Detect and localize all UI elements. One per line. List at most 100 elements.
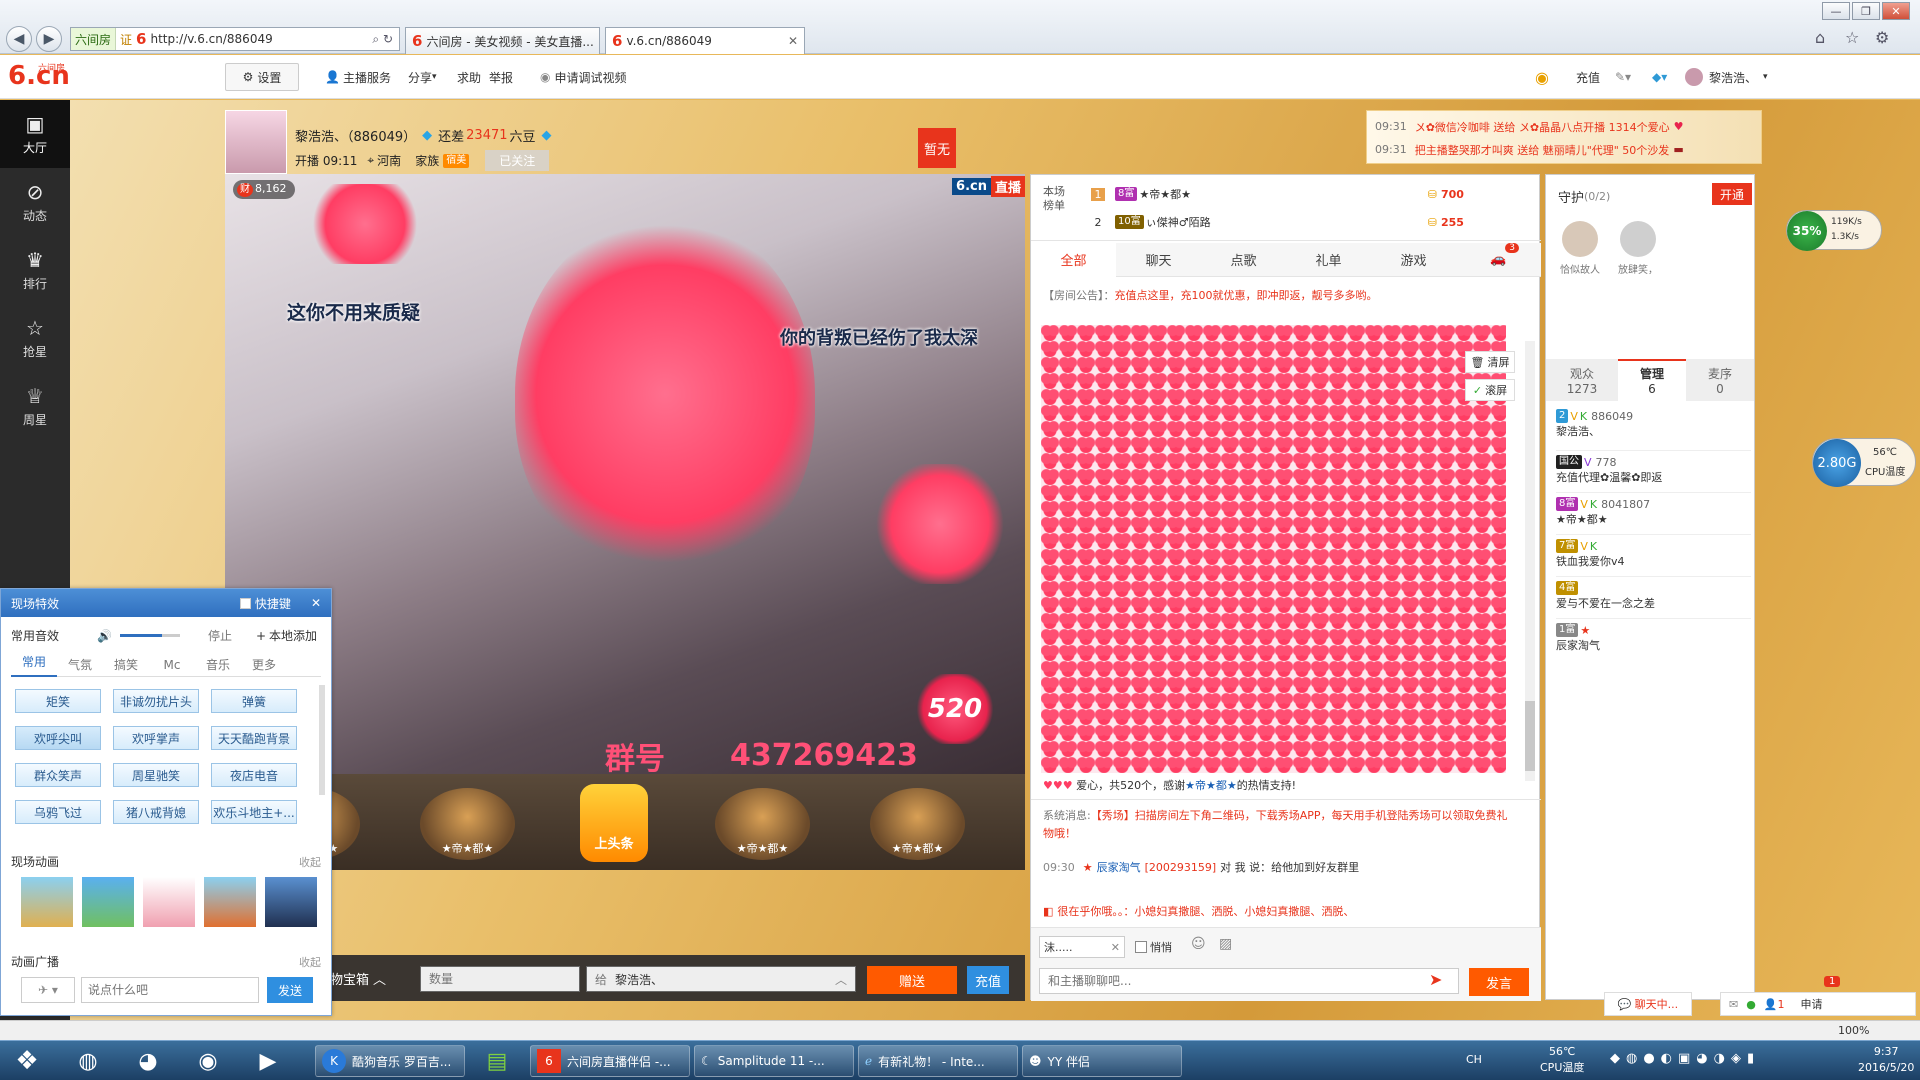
system-widget[interactable]: 2.80G 56℃ CPU温度	[1812, 438, 1916, 487]
tab-audience[interactable]: 观众 1273	[1546, 365, 1618, 396]
gift-item[interactable]: ★帝★都★	[870, 788, 965, 860]
animation-thumbnail[interactable]	[82, 877, 134, 927]
send-plane-icon[interactable]: ➤	[1429, 970, 1442, 989]
nav-hall[interactable]: ▣ 大厅	[0, 100, 70, 168]
chat-tab-song[interactable]: 点歌	[1201, 243, 1286, 277]
player-icon[interactable]: ▶	[244, 1045, 292, 1077]
sound-button[interactable]: 欢乐斗地主+...	[211, 800, 297, 824]
tab-common[interactable]: 常用	[11, 653, 57, 677]
share-link[interactable]: 分享 ▾	[408, 55, 437, 99]
sound-button[interactable]: 欢呼掌声	[113, 726, 199, 750]
tab-admin[interactable]: 管理 6	[1618, 359, 1686, 401]
qq-penguin-icon[interactable]: ◕	[124, 1045, 172, 1077]
edit-icon[interactable]: ✎▾	[1615, 55, 1631, 99]
sound-button[interactable]: 乌鸦飞过	[15, 800, 101, 824]
apply-button[interactable]: 申请	[1801, 996, 1823, 1012]
checkbox-box[interactable]	[239, 597, 251, 609]
anchor-avatar[interactable]	[225, 110, 287, 174]
stop-button[interactable]: 停止	[208, 627, 232, 644]
image-icon[interactable]: ▨	[1219, 936, 1232, 952]
close-icon[interactable]: ✕	[1111, 941, 1120, 954]
nav-feed[interactable]: ⊘ 动态	[0, 168, 70, 236]
close-icon[interactable]: ✕	[311, 596, 321, 610]
list-item[interactable]: 8富 V K 8041807 ★帝★都★	[1556, 493, 1751, 535]
address-bar[interactable]: 六间房 证 6 http://v.6.cn/886049 ⌕ ↻	[70, 27, 400, 51]
car-icon[interactable]: 🚗 3	[1456, 242, 1541, 277]
guard-member[interactable]: 恰似故人	[1560, 221, 1600, 281]
tab-mic-queue[interactable]: 麦序 0	[1686, 365, 1754, 396]
plane-select[interactable]: ✈ ▾	[21, 977, 75, 1003]
private-checkbox[interactable]: 悄悄	[1135, 939, 1172, 955]
ie-globe-icon[interactable]: ◍	[64, 1045, 112, 1077]
tab-music[interactable]: 音乐	[195, 656, 241, 673]
volume-slider[interactable]	[119, 634, 180, 637]
close-tab-icon[interactable]: ✕	[788, 34, 798, 48]
browser-tab-1[interactable]: 6 六间房 - 美女视频 - 美女直播...	[405, 27, 600, 54]
send-button[interactable]: 发言	[1469, 968, 1529, 996]
sound-button[interactable]: 弹簧	[211, 689, 297, 713]
list-item[interactable]: 2 V K 886049 黎浩浩、	[1556, 409, 1751, 451]
user-icon[interactable]: 👤1	[1764, 998, 1785, 1011]
animation-thumbnail[interactable]	[204, 877, 256, 927]
list-item[interactable]: 国公 V 778 充值代理✿温馨✿即返	[1556, 451, 1751, 493]
clear-screen-button[interactable]: 🗑 清屏	[1465, 351, 1515, 373]
search-icon[interactable]: ⌕ ↻	[366, 32, 399, 47]
vip-icon[interactable]: ◆▾	[1652, 55, 1667, 99]
emoji-icon[interactable]: ☺	[1191, 936, 1206, 952]
scroll-screen-button[interactable]: ✓ 滚屏	[1465, 379, 1515, 401]
chrome-icon[interactable]: ◉	[184, 1045, 232, 1077]
room-announcement[interactable]: 【房间公告】：充值点这里，充100就优惠，即冲即返，靓号多多哟。	[1043, 287, 1533, 303]
gear-icon[interactable]: ⚙	[1875, 28, 1889, 47]
language-indicator[interactable]: CH	[1466, 1053, 1482, 1066]
chat-tab-games[interactable]: 游戏	[1371, 243, 1456, 277]
chat-tab-gifts[interactable]: 礼单	[1286, 243, 1371, 277]
gift-item[interactable]: ★帝★都★	[420, 788, 515, 860]
broadcast-send-button[interactable]: 发送	[267, 977, 313, 1003]
start-button-icon[interactable]: ❖	[2, 1045, 52, 1077]
headline-gift[interactable]: 上头条	[580, 784, 648, 862]
clock[interactable]: 9:37 2016/5/20	[1858, 1044, 1914, 1076]
help-link[interactable]: 求助	[457, 55, 481, 99]
msg-user[interactable]: 辰家淘气	[1097, 859, 1141, 875]
list-item[interactable]: 7富 V K 铁血我爱你v4	[1556, 535, 1751, 577]
iqiyi-icon[interactable]: ▤	[472, 1045, 522, 1077]
browser-tab-2[interactable]: 6 v.6.cn/886049 ✕	[605, 27, 805, 54]
settings-button[interactable]: ⚙ 设置	[225, 63, 299, 91]
back-icon[interactable]: ◀	[6, 26, 32, 52]
broadcast-input[interactable]	[81, 977, 259, 1003]
check-icon[interactable]: ●	[1746, 998, 1756, 1011]
cpu-temp-tray[interactable]: 56℃ CPU温度	[1540, 1044, 1584, 1076]
sound-button[interactable]: 夜店电音	[211, 763, 297, 787]
favorite-star-icon[interactable]: ☆	[1845, 28, 1859, 47]
user-menu[interactable]: 黎浩浩、 ▾	[1685, 55, 1768, 99]
network-widget[interactable]: 35% 119K/s 1.3K/s	[1786, 210, 1882, 251]
recharge-link[interactable]: 充值	[1576, 55, 1600, 99]
tab-more[interactable]: 更多	[241, 656, 287, 673]
broadcast-item[interactable]: 09:31 把主播整哭那才叫爽 送给 魅丽晴儿"代理" 50个沙发 ▬	[1375, 138, 1753, 161]
apply-debug-link[interactable]: ◉ 申请调试视频	[540, 55, 627, 99]
animation-thumbnail[interactable]	[143, 877, 195, 927]
sound-button[interactable]: 非诚勿扰片头	[113, 689, 199, 713]
animation-thumbnail[interactable]	[265, 877, 317, 927]
sound-button[interactable]: 猪八戒背媳	[113, 800, 199, 824]
system-tray-icons[interactable]: ◆◍●◐▣◕◑◈▮	[1610, 1051, 1760, 1066]
chatting-button[interactable]: 💬 聊天中...	[1604, 992, 1692, 1016]
sound-button[interactable]: 天天酷跑背景	[211, 726, 297, 750]
sound-button[interactable]: 群众笑声	[15, 763, 101, 787]
chat-tab-chat[interactable]: 聊天	[1116, 243, 1201, 277]
animation-thumbnail[interactable]	[21, 877, 73, 927]
tab-mc[interactable]: Mc	[149, 658, 195, 672]
hotkey-checkbox[interactable]: 快捷键	[239, 595, 291, 612]
broadcast-item[interactable]: 09:31 〤✿微信冷咖啡 送给 〤✿晶晶八点开播 1314个爱心 ♥	[1375, 115, 1753, 138]
sound-scrollbar[interactable]	[319, 685, 325, 795]
send-gift-button[interactable]: 赠送	[867, 966, 957, 994]
collapse-button[interactable]: 收起	[299, 954, 321, 970]
add-local-button[interactable]: 本地添加	[269, 627, 317, 644]
nav-week-star[interactable]: ♕ 周星	[0, 372, 70, 440]
open-guard-button[interactable]: 开通	[1712, 183, 1752, 205]
chat-scrollbar[interactable]	[1525, 341, 1535, 781]
mail-icon[interactable]: ✉	[1729, 998, 1738, 1011]
chat-target-select[interactable]: 沫..... ✕	[1039, 936, 1125, 958]
zoom-level[interactable]: 100%	[1838, 1024, 1869, 1037]
taskbar-item[interactable]: 6 六间房直播伴侣 -...	[530, 1045, 690, 1077]
